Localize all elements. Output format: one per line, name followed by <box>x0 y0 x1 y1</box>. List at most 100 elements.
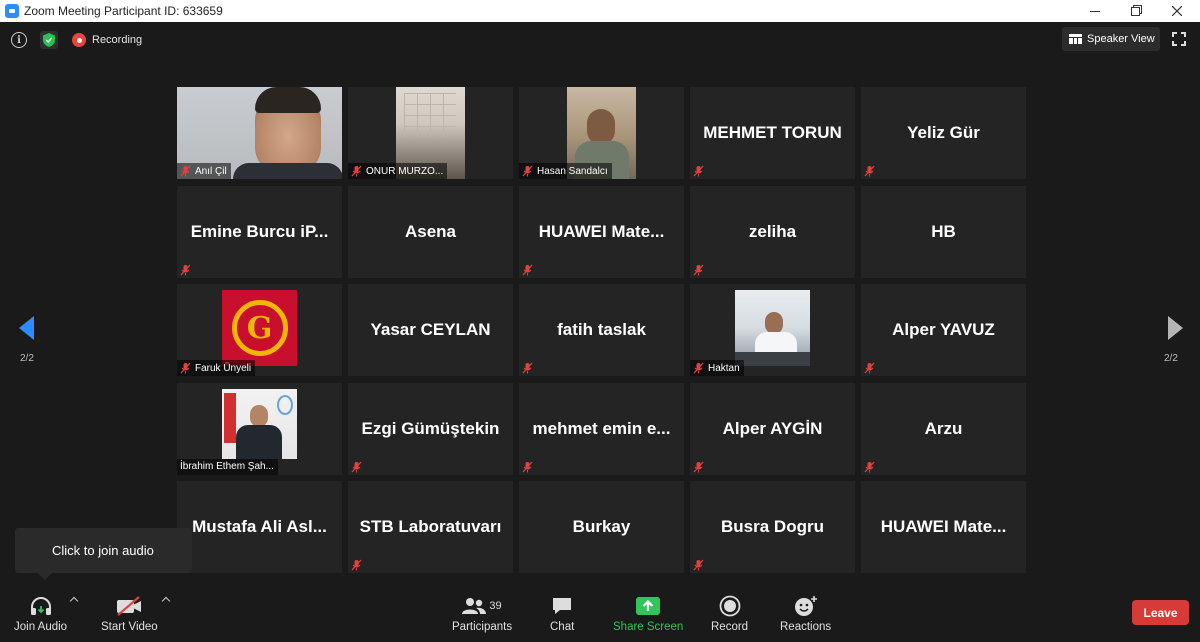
record-icon <box>719 592 741 620</box>
participant-tile[interactable]: Mustafa Ali Asl... <box>177 481 342 573</box>
muted-microphone-icon <box>180 264 191 276</box>
participant-name: ONUR MURZO... <box>366 165 444 177</box>
participant-name: Alper AYGİN <box>722 418 823 438</box>
participant-tile[interactable]: Burkay <box>519 481 684 573</box>
participant-name: Emine Burcu iP... <box>190 221 329 241</box>
participant-tile[interactable]: Yeliz Gür <box>861 87 1026 179</box>
participant-tile[interactable]: HUAWEI Mate... <box>519 185 684 278</box>
window-titlebar: Zoom Meeting Participant ID: 633659 <box>0 0 1200 22</box>
close-button[interactable] <box>1154 0 1200 22</box>
previous-page-arrow-icon[interactable] <box>19 316 34 340</box>
close-icon <box>1172 6 1182 16</box>
participant-profile-picture <box>222 388 297 459</box>
participant-name: Arzu <box>924 418 963 438</box>
participant-name: Ezgi Gümüştekin <box>361 418 500 438</box>
participant-name: Yeliz Gür <box>907 123 980 142</box>
audio-options-chevron-icon[interactable] <box>69 596 79 606</box>
recording-label: Recording <box>92 34 143 46</box>
participant-tile[interactable]: Hasan Sandalcı <box>519 87 684 179</box>
muted-microphone-icon <box>693 559 704 571</box>
muted-microphone-icon <box>351 165 362 177</box>
participant-tile[interactable]: zeliha <box>690 185 855 278</box>
share-screen-button[interactable]: Share Screen <box>613 592 683 633</box>
participant-tile[interactable]: Alper AYGİN <box>690 382 855 475</box>
muted-microphone-icon <box>693 461 704 473</box>
participants-label: Participants <box>452 621 513 633</box>
participant-tile[interactable]: mehmet emin e... <box>519 382 684 475</box>
chat-bubble-icon <box>551 592 573 620</box>
participant-tile[interactable]: HB <box>861 185 1026 278</box>
muted-microphone-icon <box>522 461 533 473</box>
record-label: Record <box>711 621 749 633</box>
participant-tile[interactable]: Yasar CEYLAN <box>348 284 513 376</box>
muted-microphone-icon <box>180 165 191 177</box>
participant-tile[interactable]: Emine Burcu iP... <box>177 185 342 278</box>
participant-name: Alper YAVUZ <box>892 320 995 339</box>
minimize-icon <box>1090 10 1100 12</box>
participant-name: Faruk Ünyeli <box>195 362 252 374</box>
start-video-label: Start Video <box>101 621 158 633</box>
page-indicator-right: 2/2 <box>1164 353 1178 364</box>
muted-microphone-icon <box>864 362 875 374</box>
participant-name: HUAWEI Mate... <box>538 221 665 241</box>
participant-name: Asena <box>404 221 457 241</box>
participant-tile[interactable]: ONUR MURZO... <box>348 87 513 179</box>
next-page-arrow-icon[interactable] <box>1168 316 1183 340</box>
join-audio-tooltip[interactable]: Click to join audio <box>15 528 192 580</box>
participant-name-label: Haktan <box>690 360 744 376</box>
encryption-shield-icon[interactable] <box>40 31 58 49</box>
participants-icon <box>462 598 487 614</box>
participant-name: Anıl Çil <box>195 165 227 177</box>
participant-tile[interactable]: Busra Dogru <box>690 481 855 573</box>
participant-name: HB <box>931 221 956 241</box>
participant-tile[interactable]: Haktan <box>690 284 855 376</box>
reactions-emoji-icon <box>794 592 818 620</box>
muted-microphone-icon <box>693 362 704 374</box>
participant-tile[interactable]: HUAWEI Mate... <box>861 481 1026 573</box>
participants-button[interactable]: 39 Participants <box>452 592 512 633</box>
participant-gallery: Anıl Çil ONUR MURZO... Hasan Sandalcı MEHME… <box>177 87 1026 573</box>
participant-name: Busra Dogru <box>721 517 824 536</box>
headphones-icon <box>29 592 53 620</box>
fullscreen-icon[interactable] <box>1172 32 1186 46</box>
participant-name-label: İbrahim Ethem Şah... <box>177 458 278 475</box>
participant-tile[interactable]: Asena <box>348 185 513 278</box>
participant-tile[interactable]: Ezgi Gümüştekin <box>348 382 513 475</box>
participant-tile[interactable]: Anıl Çil <box>177 87 342 179</box>
join-audio-button[interactable]: Join Audio <box>14 592 67 633</box>
participant-name-label: Anıl Çil <box>177 163 231 179</box>
meeting-toolbar: Join Audio Start Video 39 Participants C… <box>0 584 1200 642</box>
participant-name: Haktan <box>708 362 740 374</box>
muted-microphone-icon <box>864 461 875 473</box>
participant-tile[interactable]: STB Laboratuvarı <box>348 481 513 573</box>
participant-tile[interactable]: Alper YAVUZ <box>861 284 1026 376</box>
participant-profile-picture: G <box>222 290 297 366</box>
muted-microphone-icon <box>522 165 533 177</box>
start-video-button[interactable]: Start Video <box>101 592 158 633</box>
participant-name: İbrahim Ethem Şah... <box>180 461 274 472</box>
record-button[interactable]: Record <box>711 592 748 633</box>
participant-tile[interactable]: İbrahim Ethem Şah... <box>177 382 342 475</box>
join-audio-label: Join Audio <box>14 621 68 633</box>
restore-button[interactable] <box>1112 0 1158 22</box>
participant-name: MEHMET TORUN <box>703 123 842 142</box>
muted-microphone-icon <box>180 362 191 374</box>
chat-button[interactable]: Chat <box>550 592 574 633</box>
participant-tile[interactable]: Arzu <box>861 382 1026 475</box>
leave-meeting-button[interactable]: Leave <box>1132 600 1189 625</box>
reactions-button[interactable]: Reactions <box>780 592 831 633</box>
reactions-label: Reactions <box>780 621 832 633</box>
chat-label: Chat <box>550 621 575 633</box>
participant-tile[interactable]: MEHMET TORUN <box>690 87 855 179</box>
muted-microphone-icon <box>864 165 875 177</box>
meeting-info-icon[interactable]: i <box>11 32 27 48</box>
participant-name-label: Hasan Sandalcı <box>519 163 612 179</box>
video-options-chevron-icon[interactable] <box>161 596 171 606</box>
speaker-view-button[interactable]: Speaker View <box>1062 27 1160 51</box>
participant-name: zeliha <box>748 221 797 241</box>
window-title: Zoom Meeting Participant ID: 633659 <box>24 4 223 18</box>
participant-profile-picture <box>735 290 810 366</box>
zoom-app-icon <box>5 4 19 18</box>
participant-tile[interactable]: fatih taslak <box>519 284 684 376</box>
participant-tile[interactable]: G Faruk Ünyeli <box>177 284 342 376</box>
